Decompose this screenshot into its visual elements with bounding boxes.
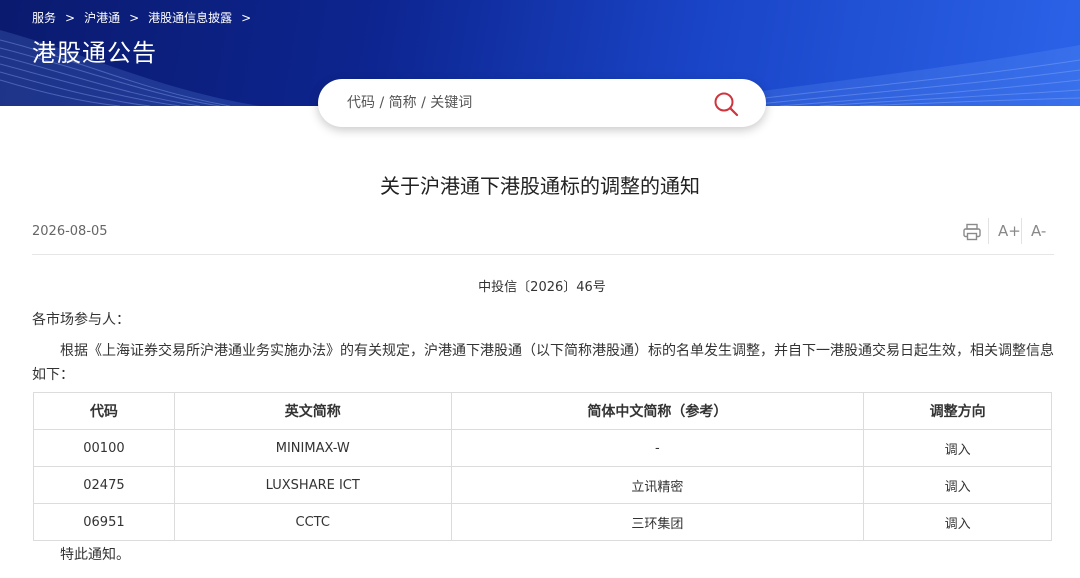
breadcrumb-item-disclosure[interactable]: 港股通信息披露 [148,9,232,26]
breadcrumb-item-services[interactable]: 服务 [32,9,56,26]
column-header-code: 代码 [33,392,175,430]
column-header-direction: 调整方向 [863,392,1052,430]
table-header-row: 代码 英文简称 简体中文简称（参考） 调整方向 [33,392,1052,430]
document-number: 中投信〔2026〕46号 [478,280,606,295]
table-row: 00100 MINIMAX-W - 调入 [33,429,1052,467]
breadcrumb-separator: > [65,10,76,25]
cell-direction: 调入 [863,429,1052,467]
cell-english-name: CCTC [173,503,452,541]
publish-date: 2026-08-05 [32,224,108,239]
search-input[interactable] [347,95,687,111]
toolbar-divider [1021,218,1022,244]
breadcrumb: 服务 > 沪港通 > 港股通信息披露 > [32,9,260,26]
cell-code: 06951 [33,503,175,541]
breadcrumb-item-shanghai-hk-connect[interactable]: 沪港通 [84,9,120,26]
breadcrumb-separator: > [129,10,140,25]
article-body: 根据《上海证券交易所沪港通业务实施办法》的有关规定，沪港通下港股通（以下简称港股… [32,343,1054,383]
column-header-english-name: 英文简称 [173,392,452,430]
cell-code: 02475 [33,466,175,504]
printer-icon[interactable] [962,222,982,242]
table-row: 02475 LUXSHARE ICT 立讯精密 调入 [33,466,1052,504]
search-bar [318,79,766,127]
font-increase-button[interactable]: A+ [998,222,1021,240]
salutation: 各市场参与人： [32,312,130,328]
toolbar-divider [988,218,989,244]
font-decrease-button[interactable]: A- [1031,222,1046,240]
cell-english-name: MINIMAX-W [173,429,452,467]
column-header-chinese-name: 简体中文简称（参考） [450,392,865,430]
cell-chinese-name: 立讯精密 [450,466,865,504]
cell-direction: 调入 [863,503,1052,541]
adjustment-table: 代码 英文简称 简体中文简称（参考） 调整方向 00100 MINIMAX-W … [33,392,1052,541]
cell-chinese-name: - [450,429,865,467]
search-icon[interactable] [713,91,739,117]
table-row: 06951 CCTC 三环集团 调入 [33,503,1052,541]
cell-english-name: LUXSHARE ICT [173,466,452,504]
article-title: 关于沪港通下港股通标的调整的通知 [380,174,700,198]
header-divider [32,254,1054,255]
cell-direction: 调入 [863,466,1052,504]
breadcrumb-separator: > [241,10,252,25]
cell-chinese-name: 三环集团 [450,503,865,541]
page-title: 港股通公告 [32,39,157,67]
cell-code: 00100 [33,429,175,467]
closing-text: 特此通知。 [60,547,130,563]
